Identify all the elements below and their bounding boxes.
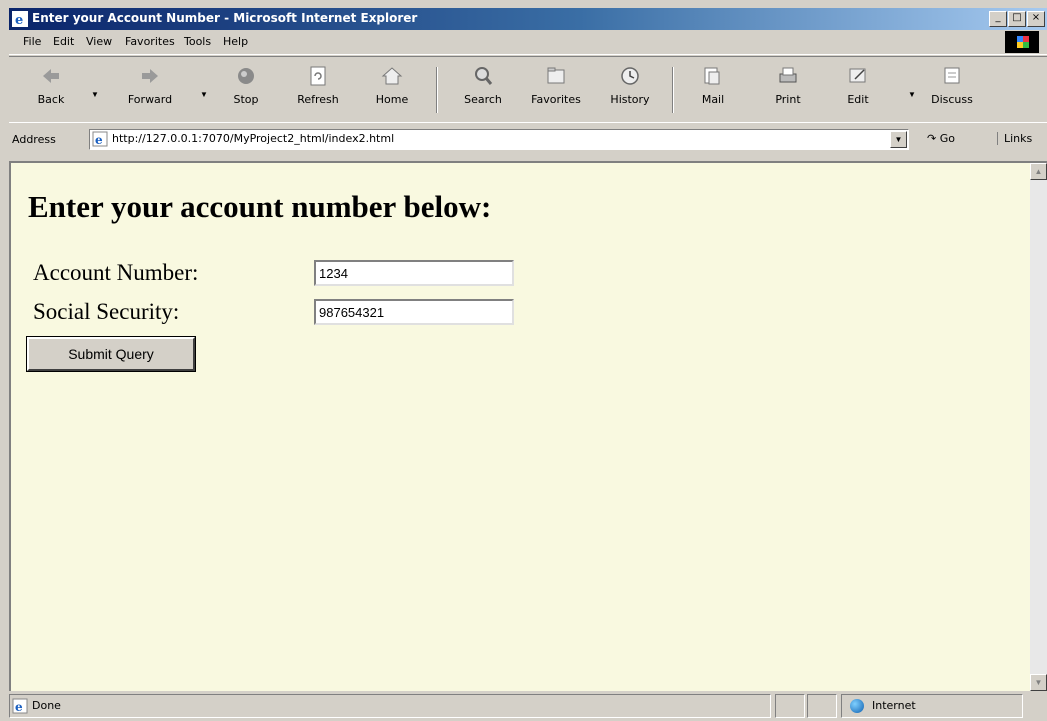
print-label: Print bbox=[775, 93, 801, 106]
discuss-label: Discuss bbox=[931, 93, 973, 106]
go-label: Go bbox=[939, 132, 955, 145]
account-number-input[interactable] bbox=[314, 260, 514, 286]
social-security-label: Social Security: bbox=[33, 299, 180, 324]
mail-label: Mail bbox=[701, 93, 725, 106]
status-pane bbox=[775, 694, 805, 718]
window-controls: _ □ × bbox=[988, 11, 1045, 27]
favorites-button[interactable]: Favorites bbox=[525, 65, 587, 117]
search-button[interactable]: Search bbox=[452, 65, 514, 117]
links-button[interactable]: Links bbox=[997, 132, 1032, 145]
mail-button[interactable]: Mail bbox=[682, 65, 744, 117]
forward-button[interactable]: Forward bbox=[119, 65, 181, 117]
toolbar-separator bbox=[436, 67, 438, 113]
minimize-button[interactable]: _ bbox=[989, 11, 1007, 27]
refresh-icon bbox=[310, 66, 326, 86]
home-icon bbox=[381, 67, 403, 85]
edit-dropdown-icon[interactable]: ▼ bbox=[908, 90, 916, 99]
menu-bar: File Edit View Favorites Tools Help bbox=[9, 30, 1047, 55]
browser-window: e Enter your Account Number - Microsoft … bbox=[0, 0, 1047, 721]
address-label: Address bbox=[12, 133, 56, 146]
address-bar: Address e http://127.0.0.1:7070/MyProjec… bbox=[9, 124, 1047, 156]
back-button[interactable]: Back bbox=[27, 65, 75, 117]
stop-icon bbox=[238, 68, 254, 84]
status-pane bbox=[807, 694, 837, 718]
search-icon bbox=[475, 67, 493, 85]
menu-view[interactable]: View bbox=[86, 35, 112, 48]
address-url: http://127.0.0.1:7070/MyProject2_html/in… bbox=[112, 132, 395, 145]
scroll-down-icon[interactable]: ▼ bbox=[1030, 674, 1047, 691]
ie-page-icon: e bbox=[92, 131, 108, 147]
status-bar: e Done Internet bbox=[9, 693, 1047, 719]
edit-page-icon bbox=[849, 68, 866, 83]
ie-icon: e bbox=[12, 11, 28, 27]
toolbar-separator bbox=[672, 67, 674, 113]
submit-query-button[interactable]: Submit Query bbox=[26, 336, 196, 372]
stop-label: Stop bbox=[233, 93, 259, 106]
home-label: Home bbox=[375, 93, 409, 106]
security-zone: Internet bbox=[841, 694, 1023, 718]
menu-favorites[interactable]: Favorites bbox=[125, 35, 175, 48]
edit-label: Edit bbox=[847, 93, 869, 106]
account-number-label: Account Number: bbox=[33, 260, 199, 285]
social-security-input[interactable] bbox=[314, 299, 514, 325]
status-main-pane: e Done bbox=[9, 694, 771, 718]
search-label: Search bbox=[464, 93, 502, 106]
favorites-folder-icon bbox=[547, 67, 565, 84]
refresh-label: Refresh bbox=[297, 93, 339, 106]
history-clock-icon bbox=[621, 67, 639, 85]
svg-text:e: e bbox=[95, 133, 103, 147]
scroll-up-icon[interactable]: ▲ bbox=[1030, 163, 1047, 180]
home-button[interactable]: Home bbox=[361, 65, 423, 117]
svg-text:e: e bbox=[15, 13, 23, 27]
printer-icon bbox=[779, 67, 797, 83]
print-button[interactable]: Print bbox=[757, 65, 819, 117]
menu-edit[interactable]: Edit bbox=[53, 35, 74, 48]
globe-icon bbox=[850, 699, 864, 713]
forward-arrow-icon bbox=[142, 69, 158, 83]
history-button[interactable]: History bbox=[599, 65, 661, 117]
back-label: Back bbox=[37, 93, 65, 106]
refresh-button[interactable]: Refresh bbox=[287, 65, 349, 117]
forward-label: Forward bbox=[127, 93, 173, 106]
favorites-label: Favorites bbox=[531, 93, 581, 106]
title-bar[interactable]: e Enter your Account Number - Microsoft … bbox=[9, 8, 1047, 30]
zone-label: Internet bbox=[872, 699, 916, 712]
stop-button[interactable]: Stop bbox=[215, 65, 277, 117]
go-button[interactable]: ↷ Go bbox=[927, 132, 955, 145]
ie-page-icon: e bbox=[12, 698, 28, 714]
menu-tools[interactable]: Tools bbox=[184, 35, 211, 48]
vertical-scrollbar[interactable]: ▲ ▼ bbox=[1030, 163, 1047, 691]
svg-text:e: e bbox=[15, 700, 23, 714]
window-title: Enter your Account Number - Microsoft In… bbox=[32, 11, 418, 25]
address-dropdown-icon[interactable]: ▼ bbox=[890, 131, 907, 148]
back-dropdown-icon[interactable]: ▼ bbox=[91, 90, 99, 99]
discuss-button[interactable]: Discuss bbox=[921, 65, 983, 117]
menu-file[interactable]: File bbox=[23, 35, 41, 48]
page-viewport: Enter your account number below: Account… bbox=[9, 161, 1047, 691]
address-input[interactable]: e http://127.0.0.1:7070/MyProject2_html/… bbox=[89, 129, 909, 150]
edit-button[interactable]: Edit bbox=[827, 65, 889, 117]
discuss-icon bbox=[944, 67, 960, 84]
menu-help[interactable]: Help bbox=[223, 35, 248, 48]
mail-icon bbox=[704, 67, 720, 85]
status-text: Done bbox=[32, 699, 61, 712]
close-button[interactable]: × bbox=[1027, 11, 1045, 27]
history-label: History bbox=[610, 93, 650, 106]
maximize-button[interactable]: □ bbox=[1008, 11, 1026, 27]
forward-dropdown-icon[interactable]: ▼ bbox=[200, 90, 208, 99]
back-arrow-icon bbox=[43, 69, 59, 83]
standard-toolbar: Back ▼ Forward ▼ Stop Refresh Home Searc… bbox=[9, 56, 1047, 123]
go-arrow-icon: ↷ bbox=[927, 132, 937, 145]
page-heading: Enter your account number below: bbox=[28, 189, 492, 224]
windows-logo-icon bbox=[1005, 31, 1039, 53]
